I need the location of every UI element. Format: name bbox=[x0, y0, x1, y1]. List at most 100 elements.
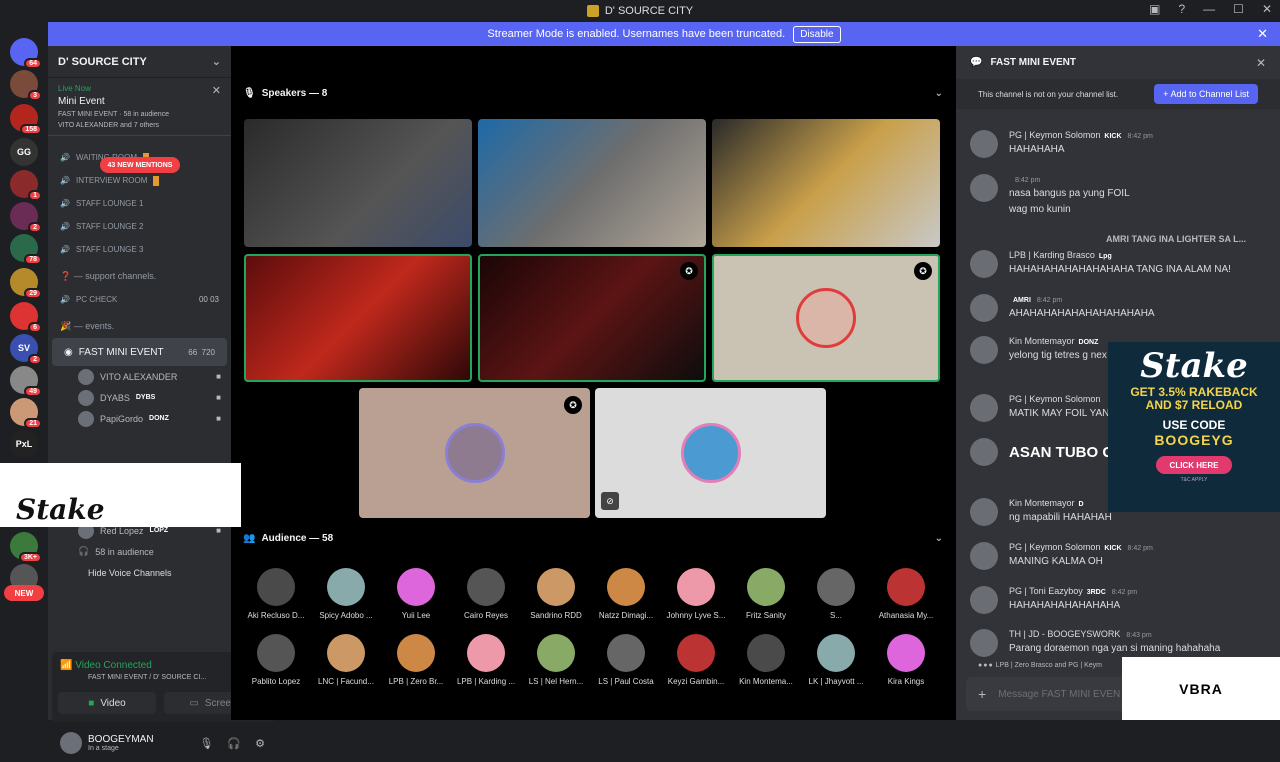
avatar bbox=[817, 634, 855, 672]
server-icon[interactable]: GG bbox=[10, 138, 38, 166]
server-header[interactable]: D' SOURCE CITY ⌄ bbox=[48, 46, 231, 78]
message-text: ng mapabili HAHAHAH bbox=[1009, 512, 1112, 523]
audience-name: Johnny Lyve S... bbox=[666, 611, 726, 620]
speaker-video-tile[interactable]: ✪ bbox=[478, 254, 706, 382]
server-icon[interactable]: 1 bbox=[10, 170, 42, 201]
disable-button[interactable]: Disable bbox=[793, 25, 841, 43]
speaker-icon: 🔊 bbox=[60, 222, 70, 231]
speaker-avatar bbox=[444, 423, 505, 483]
server-icon[interactable]: 2 bbox=[10, 202, 42, 233]
new-pill[interactable]: NEW bbox=[4, 585, 44, 601]
voice-channel[interactable]: 🔊 STAFF LOUNGE 3 bbox=[48, 238, 231, 261]
unread-badge: 158 bbox=[20, 124, 42, 135]
voice-user[interactable]: DYABS DYBS ■ bbox=[48, 387, 231, 408]
hide-voice-channels[interactable]: Hide Voice Channels bbox=[48, 562, 231, 583]
audience-member[interactable]: Pablito Lopez bbox=[241, 634, 311, 686]
audience-member[interactable]: LS | Paul Costa bbox=[591, 634, 661, 686]
audience-member[interactable]: Natzz Dimagi... bbox=[591, 568, 661, 620]
speaker-avatar-tile[interactable]: ✪ bbox=[712, 254, 940, 382]
video-button[interactable]: ■ Video bbox=[58, 692, 156, 714]
live-speakers: VITO ALEXANDER and 7 others bbox=[58, 122, 160, 129]
add-to-channel-list-button[interactable]: + Add to Channel List bbox=[1154, 84, 1258, 104]
headset-icon[interactable]: 🎧 bbox=[227, 737, 241, 750]
channel-name: STAFF LOUNGE 2 bbox=[75, 222, 144, 231]
mic-icon[interactable]: 🎙 bbox=[199, 737, 213, 750]
speakers-header[interactable]: 🎙 Speakers — 8 ⌄ bbox=[243, 88, 943, 99]
server-icon[interactable]: 64 bbox=[10, 38, 42, 69]
close-banner-icon[interactable]: ✕ bbox=[1257, 26, 1268, 42]
help-icon[interactable]: ? bbox=[1178, 2, 1185, 16]
audience-member[interactable]: Cairo Reyes bbox=[451, 568, 521, 620]
server-icon[interactable]: 78 bbox=[10, 234, 42, 265]
server-icon[interactable]: 21 bbox=[10, 398, 42, 429]
ad-click-here-button[interactable]: CLICK HERE bbox=[1156, 456, 1232, 474]
close-chat-icon[interactable]: ✕ bbox=[1256, 56, 1266, 70]
audience-member[interactable]: Athanasia My... bbox=[871, 568, 941, 620]
server-icon[interactable]: 49 bbox=[10, 366, 42, 397]
server-icon[interactable]: PxL bbox=[10, 430, 38, 458]
server-icon[interactable]: 3K+ bbox=[10, 532, 42, 563]
audience-header[interactable]: 👥 Audience — 58 ⌄ bbox=[243, 533, 943, 544]
speaker-avatar-tile[interactable]: ✪ bbox=[359, 388, 590, 518]
inbox-icon[interactable]: ▣ bbox=[1149, 2, 1160, 16]
voice-channel[interactable]: 🔊 STAFF LOUNGE 2 bbox=[48, 215, 231, 238]
avatar bbox=[257, 568, 295, 606]
unread-badge: 49 bbox=[24, 386, 42, 397]
chevron-down-icon[interactable]: ⌄ bbox=[935, 88, 943, 99]
reply-preview[interactable]: AMRI TANG INA LIGHTER SA L... bbox=[1106, 234, 1246, 244]
voice-user[interactable]: PapiGordo DONZ ■ bbox=[48, 408, 231, 429]
audience-member[interactable]: LNC | Facund... bbox=[311, 634, 381, 686]
audience-member[interactable]: LPB | Karding ... bbox=[451, 634, 521, 686]
audience-member[interactable]: Fritz Sanity bbox=[731, 568, 801, 620]
speaker-video-tile[interactable] bbox=[244, 254, 472, 382]
category-support[interactable]: ❓ — support channels. bbox=[48, 265, 231, 288]
audience-member[interactable]: Johnny Lyve S... bbox=[661, 568, 731, 620]
audience-member[interactable]: Sandrino RDD bbox=[521, 568, 591, 620]
audience-member[interactable]: Keyzi Gambin... bbox=[661, 634, 731, 686]
audience-member[interactable]: S... bbox=[801, 568, 871, 620]
avatar[interactable] bbox=[60, 732, 82, 754]
channel-fast-mini-event[interactable]: ◉ FAST MINI EVENT 66 720 bbox=[52, 338, 227, 366]
in-audience-row[interactable]: 🎧 58 in audience bbox=[48, 541, 231, 562]
server-icon[interactable]: 6 bbox=[10, 302, 42, 333]
close-button[interactable]: ✕ bbox=[1262, 2, 1272, 16]
speaker-video-tile[interactable] bbox=[244, 119, 472, 247]
audience-member[interactable]: Kira Kings bbox=[871, 634, 941, 686]
minimize-button[interactable]: — bbox=[1203, 2, 1215, 16]
category-events[interactable]: 🎉 — events. bbox=[48, 315, 231, 338]
audience-member[interactable]: LS | Nel Hern... bbox=[521, 634, 591, 686]
maximize-button[interactable]: ☐ bbox=[1233, 2, 1244, 16]
ad-line2: USE CODE bbox=[1162, 418, 1226, 432]
audience-name: Keyzi Gambin... bbox=[667, 677, 725, 686]
voice-user[interactable]: VITO ALEXANDER ■ bbox=[48, 366, 231, 387]
close-icon[interactable]: ✕ bbox=[212, 84, 221, 97]
speaker-video-tile[interactable] bbox=[712, 119, 940, 247]
server-icon[interactable]: 158 bbox=[10, 104, 42, 135]
server-label: PxL bbox=[15, 439, 33, 449]
server-icon[interactable]: 3 bbox=[10, 70, 42, 101]
channel-pc-check[interactable]: 🔊 PC CHECK 00 03 bbox=[48, 288, 231, 311]
audience-name: Pablito Lopez bbox=[251, 677, 301, 686]
live-stage-card[interactable]: ✕ Live Now Mini Event FAST MINI EVENT · … bbox=[48, 78, 231, 136]
server-icon bbox=[586, 5, 599, 17]
audience-member[interactable]: LPB | Zero Br... bbox=[381, 634, 451, 686]
server-icon[interactable]: SV 2 bbox=[10, 334, 42, 365]
speaker-avatar-tile[interactable]: ⊘ bbox=[595, 388, 826, 518]
audience-member[interactable]: Kin Montema... bbox=[731, 634, 801, 686]
plus-icon[interactable]: + bbox=[978, 686, 986, 702]
audience-member[interactable]: Aki Recluso D... bbox=[241, 568, 311, 620]
speaker-video-tile[interactable] bbox=[478, 119, 706, 247]
gear-icon[interactable]: ⚙ bbox=[255, 737, 265, 750]
audience-name: Fritz Sanity bbox=[745, 611, 786, 620]
live-title: Mini Event bbox=[58, 96, 105, 107]
unread-badge: 3K+ bbox=[18, 552, 42, 563]
audience-member[interactable]: LK | Jhayvott ... bbox=[801, 634, 871, 686]
message-text: nasa bangus pa yung FOIL bbox=[1009, 188, 1130, 199]
audience-member[interactable]: Spicy Adobo ... bbox=[311, 568, 381, 620]
server-icon[interactable]: 29 bbox=[10, 268, 42, 299]
new-mentions-badge[interactable]: 43 NEW MENTIONS bbox=[100, 157, 180, 173]
audience-member[interactable]: Yuii Lee bbox=[381, 568, 451, 620]
voice-channel[interactable]: 🔊 STAFF LOUNGE 1 bbox=[48, 192, 231, 215]
chevron-down-icon[interactable]: ⌄ bbox=[935, 533, 943, 544]
